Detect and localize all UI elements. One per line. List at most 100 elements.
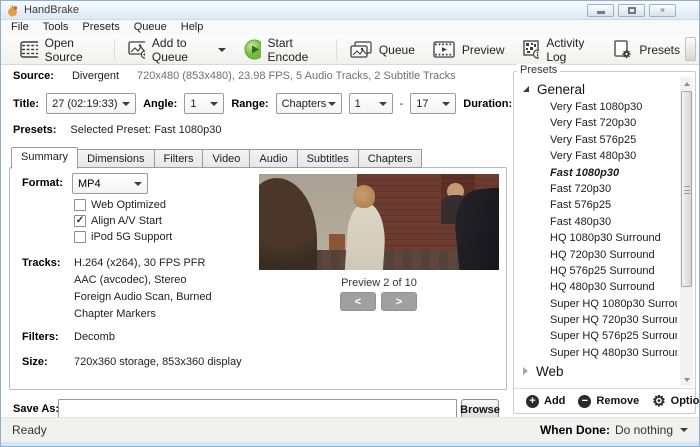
preset-remove-button[interactable]: − Remove [578,395,639,408]
chevron-down-icon [218,48,226,52]
preset-add-button[interactable]: + Add [526,395,565,408]
start-encode-button[interactable]: Start Encode [235,37,332,63]
preview-button[interactable]: Preview [424,37,514,63]
preset-item[interactable]: Super HQ 720p30 Surround [520,312,677,328]
tab-filters[interactable]: Filters [155,149,204,168]
close-button[interactable]: × [649,4,676,17]
save-as-input[interactable] [58,399,457,419]
when-done-value[interactable]: Do nothing [615,423,673,437]
scroll-up-button[interactable] [680,77,693,90]
collapsed-triangle-icon [523,367,528,375]
preset-add-label: Add [544,395,565,407]
preset-item[interactable]: Very Fast 720p30 [520,115,677,131]
preset-item-selected[interactable]: Fast 1080p30 [520,165,677,181]
range-type-select[interactable]: Chapters [276,93,342,114]
preset-item[interactable]: Fast 480p30 [520,214,677,230]
web-optimized-label: Web Optimized [91,199,166,211]
queue-button[interactable]: Queue [341,37,424,63]
checkbox-checked-icon [74,215,86,227]
chevron-down-icon [210,102,218,106]
title-row: Title: 27 (02:19:33) Angle: 1 Range: Cha… [13,93,562,114]
presets-footer: + Add − Remove ⚙ Options [514,388,695,413]
filters-value: Decomb [74,331,115,343]
preset-item[interactable]: Super HQ 480p30 Surround [520,345,677,361]
window-title: HandBrake [24,4,79,16]
preset-group-web[interactable]: Web [520,361,677,381]
preview-next-button[interactable]: > [381,292,417,311]
close-icon: × [660,6,665,15]
menu-tools[interactable]: Tools [36,20,76,35]
chevron-down-icon [328,102,336,106]
add-to-queue-button[interactable]: Add to Queue [119,37,235,63]
tab-dimensions[interactable]: Dimensions [78,149,154,168]
preset-item[interactable]: Very Fast 1080p30 [520,99,677,115]
preset-item[interactable]: HQ 1080p30 Surround [520,230,677,246]
preset-options-label: Options [671,395,700,407]
chevron-down-icon [122,102,130,106]
presets-toggle-button[interactable]: Presets [604,37,689,63]
tab-chapters[interactable]: Chapters [359,149,423,168]
maximize-icon [628,7,636,14]
menu-file[interactable]: File [4,20,36,35]
range-end-select[interactable]: 17 [410,93,456,114]
preset-item[interactable]: Super HQ 1080p30 Surround [520,296,677,312]
preset-item[interactable]: HQ 720p30 Surround [520,247,677,263]
menu-queue[interactable]: Queue [127,20,174,35]
range-type-value: Chapters [282,98,327,110]
menu-presets[interactable]: Presets [75,20,126,35]
preview-label: Preview [462,43,505,57]
ipod-5g-label: iPod 5G Support [91,231,172,243]
presets-scrollbar[interactable] [680,77,693,386]
preset-item[interactable]: HQ 480p30 Surround [520,279,677,295]
queue-label: Queue [379,43,415,57]
preset-item[interactable]: Very Fast 576p25 [520,132,677,148]
preset-options-button[interactable]: ⚙ Options [652,395,700,408]
align-av-start-checkbox[interactable]: Align A/V Start [74,215,162,227]
presets-panel-title: Presets [517,64,560,76]
maximize-button[interactable] [618,4,645,17]
menu-help[interactable]: Help [174,20,211,35]
preset-item[interactable]: Super HQ 576p25 Surround [520,328,677,344]
preview-icon [433,41,455,58]
preset-item[interactable]: HQ 576p25 Surround [520,263,677,279]
preset-item[interactable]: Fast 576p25 [520,197,677,213]
preset-group-label: Web [536,364,564,379]
tab-summary[interactable]: Summary [11,147,78,169]
angle-select[interactable]: 1 [184,93,224,114]
chevron-down-icon [379,102,387,106]
preset-item[interactable]: Very Fast 480p30 [520,148,677,164]
start-encode-label: Start Encode [268,36,323,64]
queue-icon [350,41,372,59]
range-start-select[interactable]: 1 [349,93,393,114]
scroll-down-button[interactable] [680,373,693,386]
title-select[interactable]: 27 (02:19:33) [46,93,136,114]
title-bar: HandBrake × [1,1,699,20]
presets-icon [613,40,632,59]
checkbox-icon [74,231,86,243]
gear-icon: ⚙ [652,395,665,408]
scrollbar-thumb[interactable] [681,91,692,287]
chevron-down-icon [442,102,450,106]
tab-subtitles[interactable]: Subtitles [298,149,359,168]
tab-video[interactable]: Video [203,149,250,168]
size-label: Size: [22,356,48,368]
title-label: Title: [13,98,39,110]
preset-group-general[interactable]: General [520,79,677,99]
preview-image [259,174,499,270]
track-line: Chapter Markers [74,308,156,320]
activity-log-button[interactable]: Activity Log [514,37,605,63]
open-source-button[interactable]: Open Source [11,37,110,63]
tab-audio[interactable]: Audio [250,149,297,168]
tracks-label: Tracks: [22,257,61,269]
presets-tree: General Very Fast 1080p30 Very Fast 720p… [520,79,677,387]
open-source-icon [20,41,38,58]
align-av-start-label: Align A/V Start [91,215,162,227]
add-to-queue-label: Add to Queue [152,36,209,64]
ipod-5g-checkbox[interactable]: iPod 5G Support [74,231,172,243]
scrollbar-grip-icon [684,186,690,194]
preview-prev-button[interactable]: < [340,292,376,311]
web-optimized-checkbox[interactable]: Web Optimized [74,199,166,211]
format-select[interactable]: MP4 [72,173,148,194]
minimize-button[interactable] [587,4,614,17]
preset-item[interactable]: Fast 720p30 [520,181,677,197]
